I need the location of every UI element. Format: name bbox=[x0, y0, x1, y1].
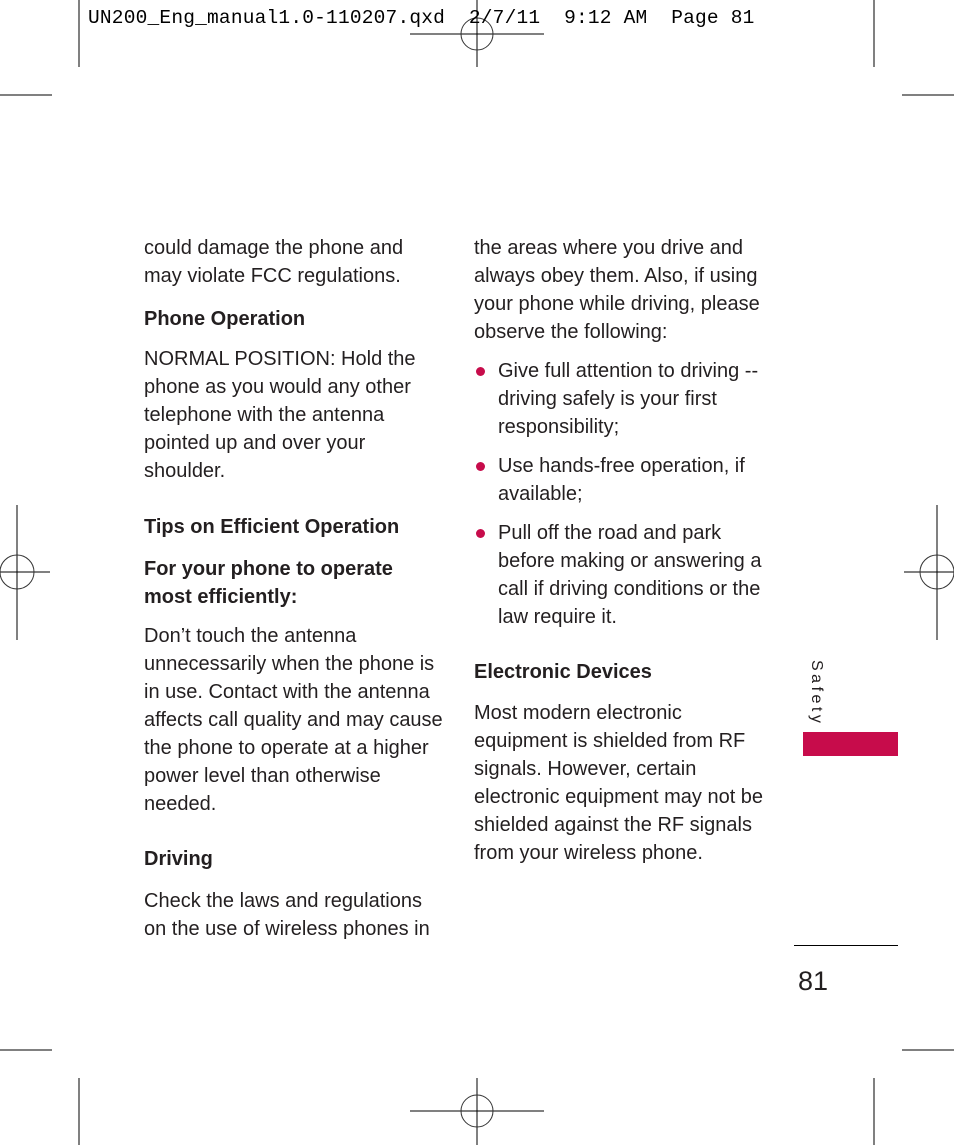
footer-rule bbox=[794, 945, 898, 946]
print-slug-line: UN200_Eng_manual1.0-110207.qxd 2/7/11 9:… bbox=[88, 7, 755, 29]
bullet-item: Give full attention to driving -- drivin… bbox=[474, 357, 774, 441]
bullet-icon bbox=[476, 367, 485, 376]
phone-operation-paragraph: NORMAL POSITION: Hold the phone as you w… bbox=[144, 348, 416, 482]
heading-electronic-devices: Electronic Devices bbox=[474, 661, 652, 683]
bullet-icon bbox=[476, 529, 485, 538]
driving-bullet-list: Give full attention to driving -- drivin… bbox=[474, 357, 774, 631]
tips-paragraph: Don’t touch the antenna unnecessarily wh… bbox=[144, 625, 443, 815]
intro-paragraph: could damage the phone and may violate F… bbox=[144, 237, 404, 287]
driving-continued-paragraph: the areas where you drive and always obe… bbox=[474, 237, 760, 343]
subheading-operate-efficiently: For your phone to operate most efficient… bbox=[144, 558, 393, 608]
page-number: 81 bbox=[798, 966, 829, 996]
bullet-item: Use hands-free operation, if available; bbox=[474, 452, 774, 508]
heading-phone-operation: Phone Operation bbox=[144, 308, 306, 330]
section-tab-marker bbox=[803, 732, 898, 756]
heading-tips-efficient-operation: Tips on Efficient Operation bbox=[144, 516, 400, 538]
left-column: could damage the phone and may violate F… bbox=[144, 234, 444, 943]
heading-driving: Driving bbox=[144, 848, 213, 870]
bullet-item: Pull off the road and park before making… bbox=[474, 519, 774, 631]
driving-paragraph: Check the laws and regulations on the us… bbox=[144, 890, 430, 940]
bullet-icon bbox=[476, 462, 485, 471]
right-column: the areas where you drive and always obe… bbox=[474, 234, 774, 867]
section-tab-label: Safety bbox=[808, 660, 825, 727]
electronic-devices-paragraph: Most modern electronic equipment is shie… bbox=[474, 702, 764, 864]
